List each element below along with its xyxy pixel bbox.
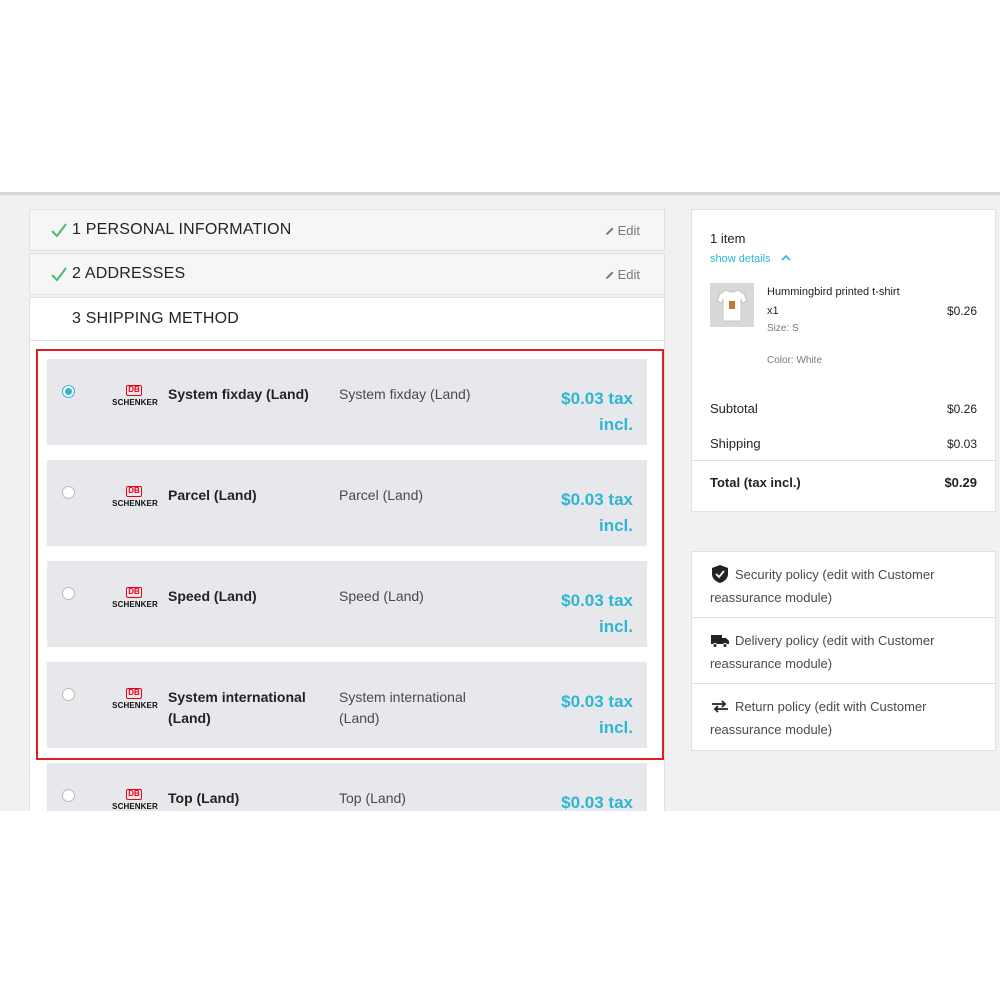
carrier-name: Parcel (Land) xyxy=(168,487,257,503)
subtotal-value: $0.26 xyxy=(946,402,977,416)
checkout-steps: 1 PERSONAL INFORMATION Edit 2 ADDRESSES … xyxy=(29,209,665,811)
delivery-option[interactable]: DB SCHENKER Speed (Land) Speed (Land) $0… xyxy=(47,561,647,647)
product-price: $0.26 xyxy=(946,304,977,318)
product-name[interactable]: Hummingbird printed t-shirt xyxy=(767,286,900,298)
shipping-label: Shipping xyxy=(710,436,761,451)
edit-label: Edit xyxy=(617,267,640,282)
delivery-option[interactable]: DB SCHENKER Top (Land) Top (Land) $0.03 … xyxy=(47,763,647,811)
product-size: Size: S xyxy=(767,323,799,334)
db-schenker-logo: DB SCHENKER xyxy=(112,688,158,710)
chevron-up-icon xyxy=(781,254,791,261)
check-icon xyxy=(51,267,67,282)
carrier-delay: Parcel (Land) xyxy=(339,487,424,503)
carrier-delay: Speed (Land) xyxy=(339,588,424,604)
cart-items-count: 1 item xyxy=(710,231,746,246)
step-title: 2 ADDRESSES xyxy=(72,265,186,282)
carrier-name: Speed (Land) xyxy=(168,588,257,604)
carrier-price: $0.03 tax incl. xyxy=(561,692,633,737)
shipping-value: $0.03 xyxy=(946,437,977,451)
db-schenker-logo: DB SCHENKER xyxy=(112,486,158,508)
reassurance-text: Delivery policy (edit with Customer reas… xyxy=(710,633,935,671)
pencil-icon xyxy=(605,227,614,235)
total-value: $0.29 xyxy=(944,475,977,490)
carrier-name: Top (Land) xyxy=(168,790,240,806)
subtotal-label: Subtotal xyxy=(710,401,758,416)
reassurance-item: Delivery policy (edit with Customer reas… xyxy=(692,618,995,684)
delivery-option-radio[interactable] xyxy=(62,688,75,701)
check-icon xyxy=(51,223,67,238)
carrier-price: $0.03 tax incl. xyxy=(561,490,633,535)
show-details-toggle[interactable]: show details xyxy=(710,253,791,265)
carrier-delay: System international (Land) xyxy=(339,689,466,726)
summary-divider xyxy=(692,460,995,461)
product-color: Color: White xyxy=(767,355,823,366)
step-title: 1 PERSONAL INFORMATION xyxy=(72,221,292,238)
carrier-delay: Top (Land) xyxy=(339,790,406,806)
show-details-label: show details xyxy=(710,253,771,265)
tshirt-icon xyxy=(716,289,748,322)
delivery-options: DB SCHENKER System fixday (Land) System … xyxy=(29,341,665,811)
pencil-icon xyxy=(605,271,614,279)
edit-addresses-link[interactable]: Edit xyxy=(605,267,640,282)
db-schenker-logo: DB SCHENKER xyxy=(112,789,158,811)
cart-summary: 1 item show details Hummingbird printed … xyxy=(691,209,996,512)
step-title: 3 SHIPPING METHOD xyxy=(72,310,239,327)
step-personal-information[interactable]: 1 PERSONAL INFORMATION Edit xyxy=(29,209,665,251)
carrier-price: $0.03 tax incl. xyxy=(561,793,633,811)
reassurance-item: Security policy (edit with Customer reas… xyxy=(692,552,995,618)
reassurance-block: Security policy (edit with Customer reas… xyxy=(691,551,996,751)
db-schenker-logo: DB SCHENKER xyxy=(112,587,158,609)
delivery-option-radio[interactable] xyxy=(62,486,75,499)
delivery-option-radio[interactable] xyxy=(62,789,75,802)
carrier-price: $0.03 tax incl. xyxy=(561,389,633,434)
reassurance-text: Security policy (edit with Customer reas… xyxy=(710,567,935,605)
edit-personal-link[interactable]: Edit xyxy=(605,223,640,238)
reassurance-item: Return policy (edit with Customer reassu… xyxy=(692,684,995,750)
total-label: Total (tax incl.) xyxy=(710,475,801,490)
carrier-delay: System fixday (Land) xyxy=(339,386,471,402)
product-quantity: x1 xyxy=(767,305,779,317)
delivery-option-radio[interactable] xyxy=(62,385,75,398)
edit-label: Edit xyxy=(617,223,640,238)
step-addresses[interactable]: 2 ADDRESSES Edit xyxy=(29,253,665,295)
carrier-price: $0.03 tax incl. xyxy=(561,591,633,636)
step-shipping-method: 3 SHIPPING METHOD xyxy=(29,297,665,341)
delivery-option-radio[interactable] xyxy=(62,587,75,600)
delivery-option[interactable]: DB SCHENKER Parcel (Land) Parcel (Land) … xyxy=(47,460,647,546)
delivery-option[interactable]: DB SCHENKER System fixday (Land) System … xyxy=(47,359,647,445)
product-thumbnail[interactable] xyxy=(710,283,754,327)
checkout-page: 1 PERSONAL INFORMATION Edit 2 ADDRESSES … xyxy=(0,192,1000,811)
delivery-option[interactable]: DB SCHENKER System international (Land) … xyxy=(47,662,647,748)
db-schenker-logo: DB SCHENKER xyxy=(112,385,158,407)
carrier-name: System international (Land) xyxy=(168,689,306,726)
reassurance-text: Return policy (edit with Customer reassu… xyxy=(710,699,927,737)
carrier-name: System fixday (Land) xyxy=(168,386,309,402)
